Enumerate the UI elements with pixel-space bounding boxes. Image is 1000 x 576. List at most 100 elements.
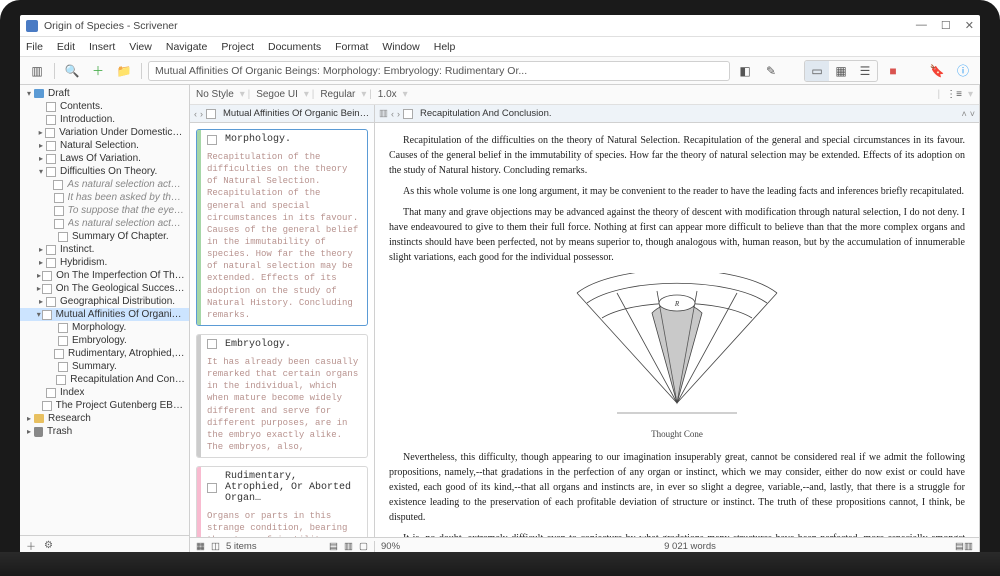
bookmarks-icon[interactable]: 🔖	[926, 61, 948, 81]
binder-item[interactable]: ▸Trash	[20, 425, 189, 438]
annotate-icon[interactable]: ✎	[760, 61, 782, 81]
binder-item[interactable]: Summary.	[20, 360, 189, 373]
binder-item[interactable]: ▾Draft	[20, 87, 189, 100]
outliner-view-button[interactable]: ☰	[853, 61, 877, 81]
binder-item[interactable]: Index	[20, 386, 189, 399]
menu-documents[interactable]: Documents	[268, 41, 321, 53]
nav-fwd-icon[interactable]: ›	[397, 109, 400, 119]
binder-item[interactable]: ▾Mutual Affinities Of Organic Beings: Mo…	[20, 308, 189, 321]
menu-insert[interactable]: Insert	[89, 41, 115, 53]
index-card[interactable]: Rudimentary, Atrophied, Or Aborted Organ…	[196, 466, 368, 537]
menu-file[interactable]: File	[26, 41, 43, 53]
minimize-button[interactable]: —	[916, 19, 927, 32]
menu-help[interactable]: Help	[434, 41, 456, 53]
list-icon[interactable]: ⋮≡	[946, 89, 962, 100]
binder-item-label: On The Geological Succession Of Organic …	[56, 283, 185, 294]
binder-item[interactable]: To suppose that the eye, with all its in…	[20, 204, 189, 217]
menu-window[interactable]: Window	[382, 41, 419, 53]
binder-item-label: Recapitulation And Conclusion.	[70, 374, 185, 385]
add-folder-icon[interactable]: 📁	[113, 61, 135, 81]
menu-project[interactable]: Project	[221, 41, 254, 53]
binder-item[interactable]: Rudimentary, Atrophied, Or Aborted Organ…	[20, 347, 189, 360]
binder-item[interactable]: ▸Research	[20, 412, 189, 425]
menu-navigate[interactable]: Navigate	[166, 41, 207, 53]
split-icon[interactable]: ▥	[379, 108, 388, 119]
add-icon[interactable]: ＋	[26, 538, 36, 553]
binder-item[interactable]: As natural selection acts by life and de…	[20, 217, 189, 230]
font-weight-selector[interactable]: Regular	[320, 89, 355, 100]
index-card[interactable]: Morphology.Recapitulation of the difficu…	[196, 129, 368, 326]
card-synopsis: It has already been casually remarked th…	[207, 356, 361, 453]
highlight-icon[interactable]: ◧	[734, 61, 756, 81]
binder-item[interactable]: Recapitulation And Conclusion.	[20, 373, 189, 386]
add-document-icon[interactable]: ＋	[87, 61, 109, 81]
split-none-icon[interactable]: ▢	[359, 541, 368, 552]
split-horizontal-icon[interactable]: ▤	[329, 541, 338, 552]
font-selector[interactable]: Segoe UI	[256, 89, 298, 100]
doc-icon	[46, 115, 56, 125]
svg-text:R: R	[674, 300, 680, 308]
menu-format[interactable]: Format	[335, 41, 368, 53]
binder-item[interactable]: Morphology.	[20, 321, 189, 334]
binder-item[interactable]: Contents.	[20, 100, 189, 113]
split-vertical-icon[interactable]: ▥	[964, 541, 973, 552]
doc-icon	[54, 193, 64, 203]
compose-mode-icon[interactable]: ■	[882, 61, 904, 81]
binder-item[interactable]: ▸Natural Selection.	[20, 139, 189, 152]
nav-down-icon[interactable]: ˅	[970, 109, 975, 119]
binder-item[interactable]: ▸On The Geological Succession Of Organic…	[20, 282, 189, 295]
inspector-toggle-icon[interactable]: ⓘ	[952, 61, 974, 81]
binder-item[interactable]: Embryology.	[20, 334, 189, 347]
nav-back-icon[interactable]: ‹	[391, 109, 394, 119]
menu-edit[interactable]: Edit	[57, 41, 75, 53]
outliner-cards[interactable]: Morphology.Recapitulation of the difficu…	[190, 123, 375, 537]
view-icon[interactable]: ▦	[196, 541, 205, 552]
binder-item[interactable]: Introduction.	[20, 113, 189, 126]
document-path[interactable]: Mutual Affinities Of Organic Beings: Mor…	[148, 61, 730, 81]
binder-item[interactable]: As natural selection acts solely by the …	[20, 178, 189, 191]
close-button[interactable]: ✕	[965, 19, 974, 32]
gear-icon[interactable]: ⚙	[44, 540, 53, 551]
zoom-level[interactable]: 90%	[381, 541, 425, 552]
menu-view[interactable]: View	[129, 41, 152, 53]
binder-item[interactable]: ▸Instinct.	[20, 243, 189, 256]
font-size-selector[interactable]: 1.0x	[378, 89, 397, 100]
main-toolbar: ▥ 🔍 ＋ 📁 Mutual Affinities Of Organic Bei…	[20, 57, 980, 85]
style-selector[interactable]: No Style	[196, 89, 234, 100]
binder-item[interactable]: Summary Of Chapter.	[20, 230, 189, 243]
search-icon[interactable]: 🔍	[61, 61, 83, 81]
doc-icon	[58, 323, 68, 333]
binder-tree[interactable]: ▾DraftContents.Introduction.▸Variation U…	[20, 85, 189, 535]
window-titlebar: Origin of Species - Scrivener — ☐ ✕	[20, 15, 980, 37]
doc-icon	[46, 102, 56, 112]
editor-pane[interactable]: Recapitulation of the difficulties on th…	[375, 123, 979, 537]
figure-thought-cone: R Thought Cone	[389, 273, 965, 442]
paragraph: That many and grave objections may be ad…	[389, 205, 965, 265]
nav-fwd-icon[interactable]: ›	[200, 109, 203, 119]
split-horizontal-icon[interactable]: ▤	[955, 541, 964, 552]
nav-up-icon[interactable]: ˄	[961, 109, 966, 119]
doc-icon	[46, 258, 56, 268]
binder-item[interactable]: ▾Difficulties On Theory.	[20, 165, 189, 178]
index-card[interactable]: Embryology.It has already been casually …	[196, 334, 368, 458]
binder-item[interactable]: ▸Laws Of Variation.	[20, 152, 189, 165]
binder-item[interactable]: It has been asked by the opponents of su…	[20, 191, 189, 204]
binder-item-label: Embryology.	[72, 335, 127, 346]
binder-toggle-icon[interactable]: ▥	[26, 61, 48, 81]
layout-icon[interactable]: ◫	[211, 541, 220, 552]
editor-view-button[interactable]: ▭	[805, 61, 829, 81]
nav-back-icon[interactable]: ‹	[194, 109, 197, 119]
binder-item[interactable]: ▸Geographical Distribution.	[20, 295, 189, 308]
trash-icon	[34, 427, 43, 437]
binder-item-label: Natural Selection.	[60, 140, 139, 151]
split-vertical-icon[interactable]: ▥	[344, 541, 353, 552]
binder-item[interactable]: ▸Variation Under Domestication.	[20, 126, 189, 139]
binder-item[interactable]: The Project Gutenberg EBook of On the Or…	[20, 399, 189, 412]
binder-item-label: Difficulties On Theory.	[60, 166, 157, 177]
maximize-button[interactable]: ☐	[941, 19, 951, 32]
binder-item-label: Instinct.	[60, 244, 94, 255]
view-mode-group: ▭ ▦ ☰	[804, 60, 878, 82]
corkboard-view-button[interactable]: ▦	[829, 61, 853, 81]
binder-item[interactable]: ▸Hybridism.	[20, 256, 189, 269]
binder-item[interactable]: ▸On The Imperfection Of The Geological R…	[20, 269, 189, 282]
